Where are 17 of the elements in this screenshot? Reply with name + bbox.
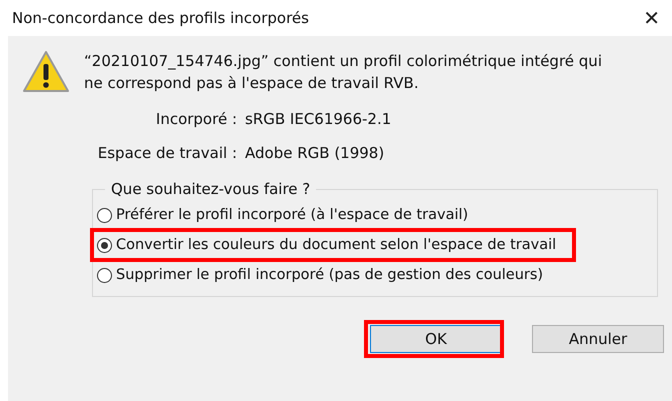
message-text: “20210107_154746.jpg” contient un profil colorimétrique intégré qui ne correspond pas à l'espace de travail RVB. [84,51,603,94]
radio-option[interactable]: Convertir les couleurs du document selon l'espace de travail [97,230,651,260]
radio-button[interactable] [97,238,112,252]
radio-option[interactable]: Préférer le profil incorporé (à l'espace de travail) [97,200,651,230]
dialog-button[interactable]: OK [370,325,502,353]
profile-label: Espace de travail : [96,144,237,162]
radio-option[interactable]: Supprimer le profil incorporé (pas de gestion des couleurs) [97,260,651,290]
dialog-button[interactable]: Annuler [532,325,664,353]
profile-value: Adobe RGB (1998) [245,144,386,162]
group-title: Que souhaitez-vous faire ? [110,180,312,198]
radio-button[interactable] [97,208,112,222]
profile-value: sRGB IEC61966-2.1 [245,110,392,128]
window-title: Non-concordance des profils incorporés [12,9,309,27]
profile-label: Incorporé : [154,110,237,128]
close-button[interactable]: ✕ [639,6,664,30]
warning-icon [22,50,70,94]
radio-button[interactable] [97,268,112,282]
